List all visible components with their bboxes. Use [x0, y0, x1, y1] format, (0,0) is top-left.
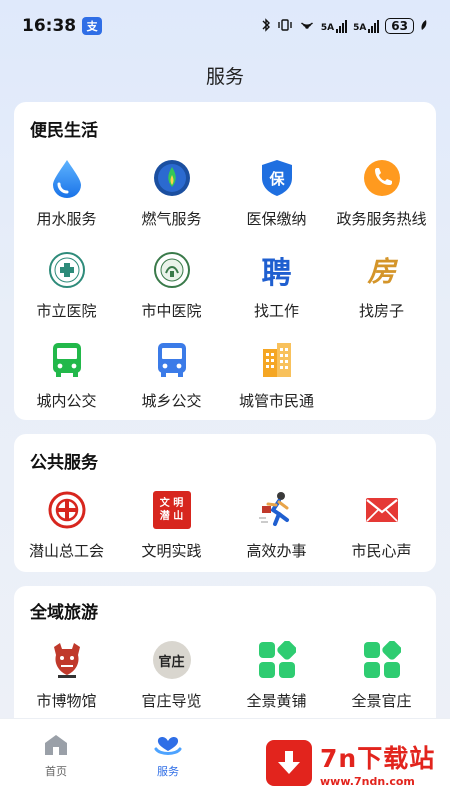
section-card-public-services: 公共服务 潜山总工会 文 明 潜 山 文明实践 高效办事 市民心声: [14, 434, 436, 572]
grid-item-guanzhuang-guide[interactable]: 官庄 官庄导览: [119, 640, 224, 711]
grid-item-find-house[interactable]: 房 找房子: [329, 250, 434, 321]
bus-blue-icon: [152, 340, 192, 380]
status-time: 16:38: [22, 16, 77, 36]
grid-item-hotline[interactable]: 政务服务热线: [329, 158, 434, 229]
grid-item-civilization-practice[interactable]: 文 明 潜 山 文明实践: [119, 490, 224, 561]
building-icon: [257, 340, 297, 380]
status-left: 16:38 支: [22, 16, 103, 36]
grid-item-trade-union[interactable]: 潜山总工会: [14, 490, 119, 561]
signal-bars-icon: [336, 19, 348, 33]
grid-label: 市立医院: [36, 302, 97, 320]
watermark-badge: 7n下载站 www.7ndn.com: [262, 732, 444, 794]
grid-item-panorama-guanzhuang[interactable]: 全景官庄: [329, 640, 434, 711]
section-title: 公共服务: [30, 453, 98, 473]
leaf-icon: [420, 19, 428, 34]
museum-icon: [47, 640, 87, 680]
watermark-url: www.7ndn.com: [320, 774, 415, 788]
grid-label: 高效办事: [246, 542, 307, 560]
grid-label: 找房子: [358, 302, 404, 320]
bus-green-icon: [47, 340, 87, 380]
house-icon: 房: [362, 250, 402, 290]
union-emblem-icon: [47, 490, 87, 530]
gas-flame-icon: [152, 158, 192, 198]
panorama-green-icon-2: [362, 640, 402, 680]
signal-bars-icon-2: [368, 19, 380, 33]
watermark-name: 7n下载站: [320, 743, 436, 773]
hotspot-icon: [299, 18, 315, 35]
grid-label: 城管市民通: [238, 392, 314, 410]
grid-label: 潜山总工会: [28, 542, 104, 560]
panorama-green-icon: [257, 640, 297, 680]
grid-label: 市民心声: [351, 542, 412, 560]
section-card-tourism: 全域旅游 市博物馆 官庄 官庄导览 全景黄铺 全景官庄: [14, 586, 436, 718]
grid-label: 城乡公交: [141, 392, 202, 410]
network-type-2: 5A: [353, 23, 367, 33]
battery-level: 63: [391, 19, 408, 33]
guanzhuang-icon: 官庄: [152, 640, 192, 680]
battery-indicator: 63: [385, 18, 414, 34]
vibrate-icon: [277, 18, 293, 35]
bluetooth-icon: [261, 17, 271, 35]
insurance-shield-icon: 保: [257, 158, 297, 198]
grid-label: 市博物馆: [36, 692, 97, 710]
grid-item-find-job[interactable]: 聘 找工作: [224, 250, 329, 321]
grid-item-citizen-voice[interactable]: 市民心声: [329, 490, 434, 561]
status-bar: 16:38 支 5A 5A 63: [0, 0, 450, 52]
tab-label: 服务: [157, 765, 179, 778]
guanzhuang-glyph: 官庄: [158, 654, 185, 670]
alipay-notification-icon: 支: [82, 17, 103, 35]
grid-item-city-hospital[interactable]: 市立医院: [14, 250, 119, 321]
grid-label: 找工作: [253, 302, 299, 320]
home-icon: [41, 731, 71, 759]
grid-label: 用水服务: [36, 210, 97, 228]
grid-label: 燃气服务: [141, 210, 202, 228]
grid-item-efficient-service[interactable]: 高效办事: [224, 490, 329, 561]
house-glyph: 房: [367, 255, 396, 288]
running-man-icon: [257, 490, 297, 530]
watermark-text: 7n下载站 www.7ndn.com: [320, 739, 435, 788]
insurance-glyph: 保: [268, 170, 285, 188]
grid-label: 官庄导览: [141, 692, 202, 710]
water-drop-icon: [47, 158, 87, 198]
grid-item-urban-management[interactable]: 城管市民通: [224, 340, 329, 411]
tab-service[interactable]: 服务: [128, 731, 208, 779]
grid-label: 政务服务热线: [336, 210, 427, 228]
job-icon: 聘: [257, 250, 297, 291]
phone-icon: [362, 158, 402, 198]
grid-label: 全景黄铺: [246, 692, 307, 710]
hospital-emblem-icon: [47, 250, 87, 290]
job-glyph: 聘: [261, 256, 292, 291]
download-arrow-icon: [266, 740, 312, 786]
section-title: 全域旅游: [30, 603, 98, 623]
signal-2: 5A: [353, 19, 380, 33]
grid-item-panorama-huangpu[interactable]: 全景黄铺: [224, 640, 329, 711]
mail-icon: [362, 490, 402, 530]
signal-1: 5A: [320, 19, 348, 33]
grid-item-tcm-hospital[interactable]: 市中医院: [119, 250, 224, 321]
grid-item-city-bus[interactable]: 城内公交: [14, 340, 119, 411]
tab-label: 首页: [45, 765, 67, 778]
status-right: 5A 5A 63: [261, 17, 428, 35]
grid-item-medical-insurance[interactable]: 保 医保缴纳: [224, 158, 329, 229]
network-type-1: 5A: [320, 23, 335, 33]
civilization-line-2: 潜 山: [159, 511, 184, 522]
civilization-icon: 文 明 潜 山: [152, 490, 192, 530]
grid-label: 医保缴纳: [246, 210, 307, 228]
grid-label: 文明实践: [141, 542, 202, 560]
grid-item-rural-bus[interactable]: 城乡公交: [119, 340, 224, 411]
civilization-line-1: 文 明: [159, 498, 184, 509]
grid-item-gas[interactable]: 燃气服务: [119, 158, 224, 229]
grid-label: 城内公交: [36, 392, 97, 410]
grid-item-water[interactable]: 用水服务: [14, 158, 119, 229]
section-card-convenience: 便民生活 用水服务 燃气服务 保 医保缴纳 政务服务热线 市立医院 市中医院 聘…: [14, 102, 436, 420]
chinese-hospital-emblem-icon: [152, 250, 192, 290]
grid-label: 市中医院: [141, 302, 202, 320]
section-title: 便民生活: [30, 121, 98, 141]
grid-item-museum[interactable]: 市博物馆: [14, 640, 119, 711]
tab-home[interactable]: 首页: [16, 731, 96, 779]
page-title: 服务: [205, 66, 244, 88]
grid-label: 全景官庄: [351, 692, 412, 710]
service-heart-icon: [153, 731, 183, 759]
